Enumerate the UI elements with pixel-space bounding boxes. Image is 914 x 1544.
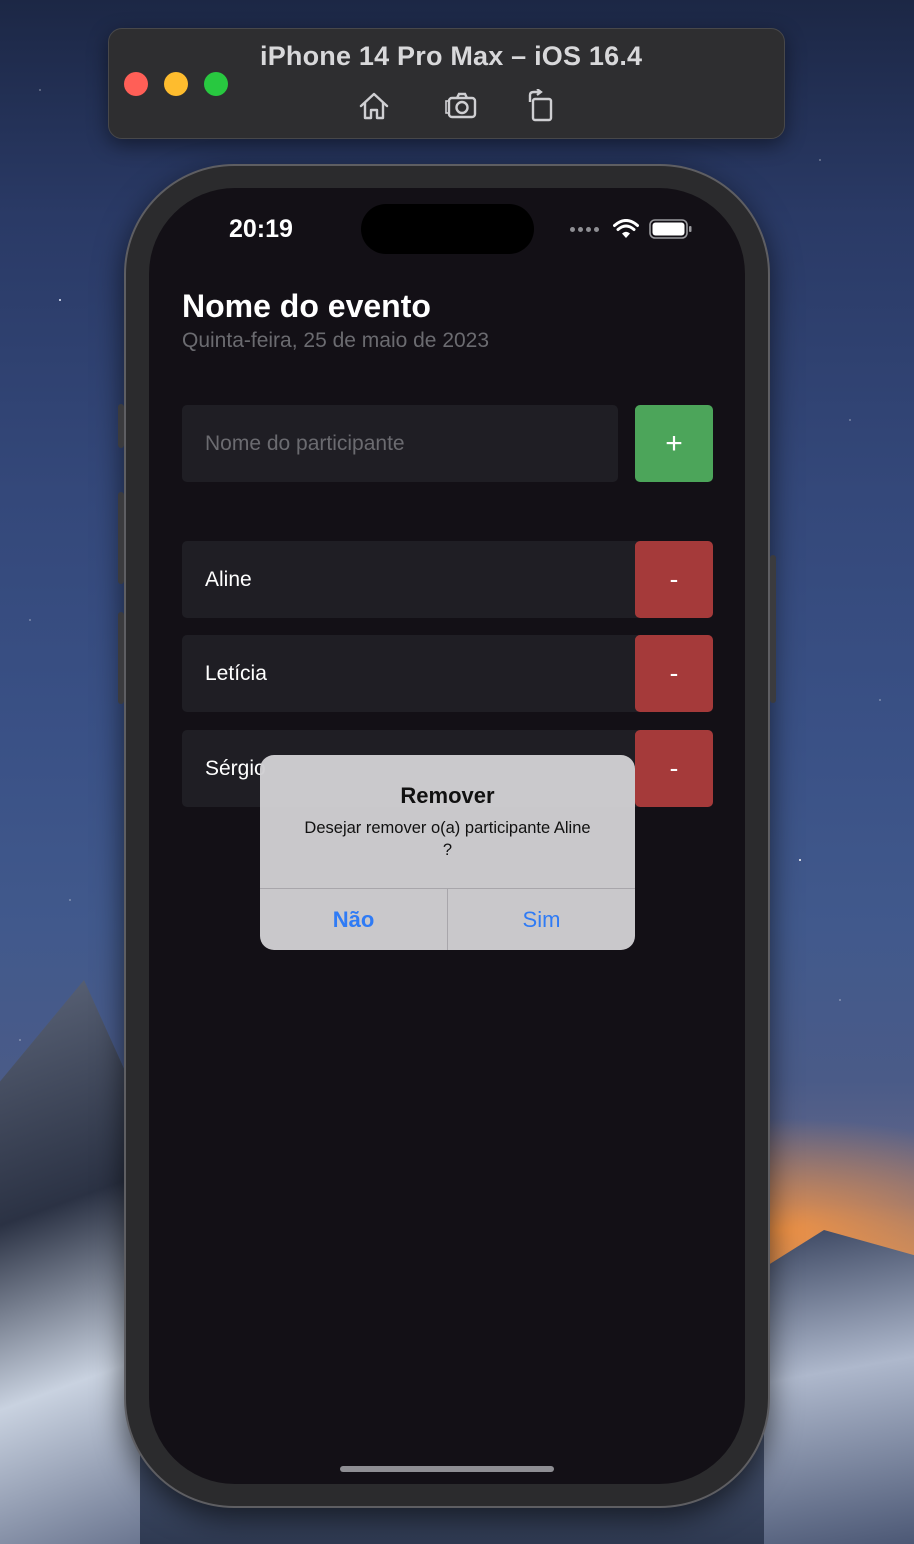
minimize-window-button[interactable] [164, 72, 188, 96]
status-icons [570, 218, 693, 240]
alert-message: Desejar remover o(a) participante Aline … [304, 819, 591, 859]
alert-confirm-button[interactable]: Sim [448, 889, 635, 950]
signal-icon [570, 226, 599, 232]
list-item: Aline - [182, 541, 713, 618]
participant-name-input[interactable] [182, 405, 618, 482]
remove-participant-button[interactable]: - [635, 730, 713, 807]
simulator-title: iPhone 14 Pro Max – iOS 16.4 [260, 41, 643, 71]
add-participant-button[interactable]: + [635, 405, 713, 482]
wallpaper-mountain-left [0, 980, 140, 1544]
simulator-toolbar: iPhone 14 Pro Max – iOS 16.4 [108, 28, 785, 139]
remove-participant-button[interactable]: - [635, 635, 713, 712]
mute-switch [118, 404, 124, 448]
status-time: 20:19 [229, 215, 293, 243]
list-item: Letícia - [182, 635, 713, 712]
event-date: Quinta-feira, 25 de maio de 2023 [182, 329, 490, 352]
rotate-icon[interactable] [524, 88, 558, 123]
remove-participant-button[interactable]: - [635, 541, 713, 618]
wallpaper-mountain-right [764, 1230, 914, 1544]
home-icon[interactable] [357, 89, 391, 123]
event-title: Nome do evento [182, 288, 431, 324]
side-button [770, 555, 776, 703]
alert-cancel-button[interactable]: Não [260, 889, 447, 950]
zoom-window-button[interactable] [204, 72, 228, 96]
participant-name: Letícia [182, 635, 642, 712]
volume-up-button [118, 492, 124, 584]
battery-icon [649, 219, 692, 239]
participant-name: Aline [182, 541, 642, 618]
remove-confirmation-alert: Remover Desejar remover o(a) participant… [260, 755, 635, 950]
screenshot-icon[interactable] [445, 89, 479, 123]
volume-down-button [118, 612, 124, 704]
wifi-icon [613, 219, 639, 238]
app-screen: 20:19 Nome do evento Quinta-feira, 25 de… [149, 188, 745, 1484]
close-window-button[interactable] [124, 72, 148, 96]
home-indicator[interactable] [340, 1466, 554, 1472]
dynamic-island [361, 204, 534, 254]
alert-title: Remover [400, 783, 495, 808]
